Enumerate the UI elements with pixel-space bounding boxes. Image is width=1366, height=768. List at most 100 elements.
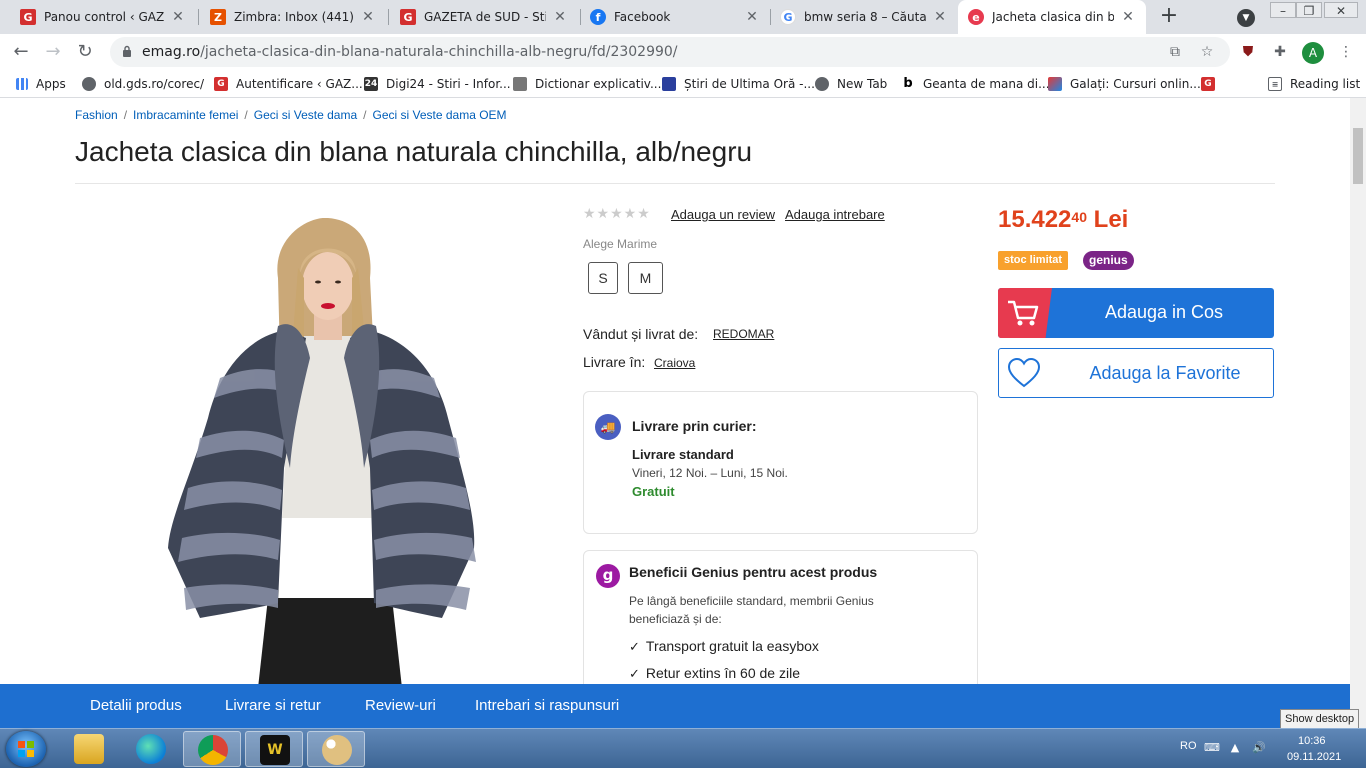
breadcrumb-link-geci-oem[interactable]: Geci si Veste dama OEM (373, 108, 507, 122)
profile-avatar[interactable]: A (1302, 42, 1324, 64)
bookmark-gazeta-extra[interactable]: G (1201, 75, 1223, 93)
gazeta-favicon-icon: G (400, 9, 416, 25)
emag-product-page: Fashion / Imbracaminte femei / Geci si Veste… (0, 98, 1350, 684)
product-image[interactable] (160, 218, 490, 684)
bookmark-label: Galați: Cursuri onlin... (1070, 77, 1201, 91)
close-window-icon[interactable]: ✕ (1324, 2, 1358, 18)
tab-panou-control[interactable]: G Panou control ‹ GAZETA ✕ (10, 0, 196, 34)
tab-review-uri[interactable]: Review-uri (365, 697, 436, 714)
sold-by-label: Vândut și livrat de: (583, 326, 699, 342)
forward-arrow-icon[interactable]: → (40, 40, 66, 66)
size-option-s[interactable]: S (588, 262, 618, 294)
gds-w-icon: W (260, 735, 290, 765)
close-tab-icon[interactable]: ✕ (932, 9, 948, 25)
restore-window-icon[interactable]: ❐ (1296, 2, 1322, 18)
chrome-menu-icon[interactable]: ⋮ (1336, 42, 1356, 62)
back-arrow-icon[interactable]: ← (8, 40, 34, 66)
browser-toolbar: ← → ↻ emag.ro/jacheta-clasica-din-blana-… (0, 34, 1366, 70)
url-text: emag.ro/jacheta-clasica-din-blana-natura… (142, 44, 678, 60)
add-to-favorites-button[interactable]: Adauga la Favorite (998, 348, 1274, 398)
clock-date[interactable]: 09.11.2021 (1287, 751, 1341, 763)
bookmark-star-icon[interactable]: ☆ (1198, 43, 1216, 61)
benefit-text: Retur extins în 60 de zile (645, 665, 800, 681)
close-tab-icon[interactable]: ✕ (1120, 9, 1136, 25)
chrome-icon (198, 735, 228, 765)
seller-link[interactable]: REDOMAR (713, 327, 774, 341)
google-favicon-icon: G (780, 9, 796, 25)
rating-stars: ★★★★★ (583, 206, 651, 222)
reading-list-button[interactable]: ≡ Reading list (1268, 75, 1360, 93)
language-indicator[interactable]: RO (1180, 740, 1197, 752)
keyboard-icon[interactable]: ⌨ (1204, 741, 1220, 755)
bookmark-apps[interactable]: Apps (16, 75, 66, 93)
taskbar-gds-app[interactable]: W (245, 731, 303, 767)
tab-livrare-retur[interactable]: Livrare si retur (225, 697, 321, 714)
gazeta-icon: G (214, 77, 228, 91)
genius-benefits-description: Pe lângă beneficiile standard, membrii G… (629, 594, 874, 626)
bookmark-dictionar[interactable]: Dictionar explicativ... (513, 75, 661, 93)
breadcrumb: Fashion / Imbracaminte femei / Geci si Veste… (75, 108, 507, 122)
tab-gazeta-de-sud[interactable]: G GAZETA de SUD - Stiri d ✕ (390, 0, 578, 34)
extensions-puzzle-icon[interactable]: ✚ (1270, 42, 1290, 62)
reading-list-label: Reading list (1290, 77, 1361, 91)
minimize-window-icon[interactable]: – (1270, 2, 1296, 18)
taskbar-paint[interactable] (307, 731, 365, 767)
tab-zimbra-inbox[interactable]: Z Zimbra: Inbox (441) ✕ (200, 0, 386, 34)
bookmark-old-gds[interactable]: old.gds.ro/corec/ (82, 75, 204, 93)
breadcrumb-link-fashion[interactable]: Fashion (75, 108, 118, 122)
reload-icon[interactable]: ↻ (72, 40, 98, 66)
tab-title: bmw seria 8 – Căutare G (804, 10, 926, 24)
breadcrumb-link-imbracaminte[interactable]: Imbracaminte femei (133, 108, 238, 122)
add-review-link[interactable]: Adauga un review (671, 207, 775, 222)
volume-icon[interactable]: 🔊 (1252, 741, 1266, 755)
taskbar-edge[interactable] (122, 731, 180, 767)
tab-detalii-produs[interactable]: Detalii produs (90, 697, 182, 714)
delivery-city-link[interactable]: Craiova (654, 356, 695, 370)
tab-emag-active[interactable]: e Jacheta clasica din blan ✕ (958, 0, 1146, 34)
truck-icon: 🚚 (595, 414, 621, 440)
bookmark-autentificare[interactable]: G Autentificare ‹ GAZ... (214, 75, 363, 93)
scrollbar-thumb[interactable] (1353, 128, 1363, 184)
add-to-cart-label: Adauga in Cos (1104, 302, 1224, 322)
translate-icon[interactable]: ⧉ (1166, 43, 1184, 61)
shield-extension-icon[interactable]: ⛊ (1238, 42, 1258, 62)
size-option-m[interactable]: M (628, 262, 663, 294)
genius-benefits-title: Beneficii Genius pentru acest produs (629, 564, 878, 580)
product-price: 15.42240 Lei (998, 206, 1128, 234)
close-tab-icon[interactable]: ✕ (552, 9, 568, 25)
taskbar-chrome[interactable] (183, 731, 241, 767)
address-bar[interactable]: emag.ro/jacheta-clasica-din-blana-natura… (110, 37, 1230, 67)
bookmark-geanta[interactable]: b Geanta de mana di... (901, 75, 1050, 93)
size-label: Alege Marime (583, 237, 658, 251)
breadcrumb-link-geci[interactable]: Geci si Veste dama (254, 108, 357, 122)
bookmark-stiri-ultima-ora[interactable]: Știri de Ultima Oră -... (662, 75, 815, 93)
gazeta-favicon-icon: G (20, 9, 36, 25)
new-tab-plus-icon[interactable]: + (1157, 5, 1181, 29)
show-hidden-icons-chevron-icon[interactable]: ▲ (1228, 741, 1242, 755)
tab-search-chevron-icon[interactable]: ▼ (1237, 9, 1255, 27)
url-host: emag.ro (142, 44, 201, 60)
page-scrollbar[interactable] (1350, 98, 1366, 728)
zimbra-favicon-icon: Z (210, 9, 226, 25)
paint-palette-icon (322, 735, 352, 765)
bookmark-label: old.gds.ro/corec/ (104, 77, 205, 91)
start-button[interactable] (6, 731, 46, 767)
tab-intrebari-raspunsuri[interactable]: Intrebari si raspunsuri (475, 697, 619, 714)
add-to-cart-button[interactable]: Adauga in Cos (998, 288, 1274, 338)
bookmark-label: Apps (36, 77, 66, 91)
bookmark-new-tab[interactable]: New Tab (815, 75, 887, 93)
tab-facebook[interactable]: f Facebook ✕ (580, 0, 770, 34)
close-tab-icon[interactable]: ✕ (360, 9, 376, 25)
globe-icon (82, 77, 96, 91)
close-tab-icon[interactable]: ✕ (170, 9, 186, 25)
add-question-link[interactable]: Adauga intrebare (785, 207, 885, 222)
cart-icon-panel (998, 288, 1052, 338)
bookmark-galati[interactable]: Galați: Cursuri onlin... (1048, 75, 1201, 93)
tab-google-search[interactable]: G bmw seria 8 – Căutare G ✕ (770, 0, 958, 34)
windows-taskbar: W RO ⌨ ▲ 🔊 10:36 09.11.2021 (0, 728, 1366, 768)
close-tab-icon[interactable]: ✕ (744, 9, 760, 25)
clock-time[interactable]: 10:36 (1298, 735, 1326, 747)
tab-title: Jacheta clasica din blan (992, 10, 1114, 24)
bookmark-digi24[interactable]: 24 Digi24 - Stiri - Infor... (364, 75, 511, 93)
taskbar-file-explorer[interactable] (60, 731, 118, 767)
